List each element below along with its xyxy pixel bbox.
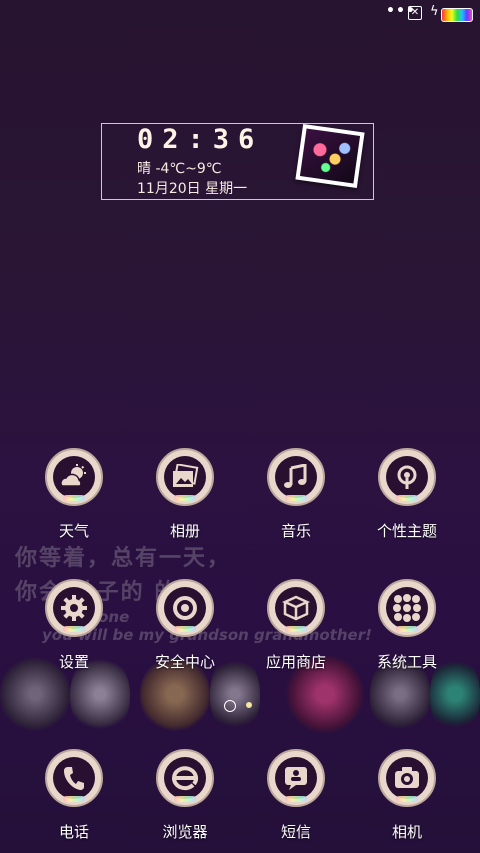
app-store[interactable]: 应用商店 <box>241 579 351 672</box>
dock-camera[interactable]: 相机 <box>352 749 462 842</box>
app-label: 安全中心 <box>154 653 215 671</box>
app-label: 电话 <box>58 823 89 841</box>
dock-sms[interactable]: 短信 <box>241 749 351 842</box>
gallery-icon <box>156 448 214 506</box>
app-label: 个性主题 <box>376 522 437 540</box>
app-weather[interactable]: 天气 <box>19 448 129 541</box>
security-icon <box>156 579 214 637</box>
widget-photo <box>295 123 365 189</box>
app-label: 短信 <box>280 823 311 841</box>
sms-icon <box>267 749 325 807</box>
battery-icon <box>441 8 473 22</box>
app-security[interactable]: 安全中心 <box>130 579 240 672</box>
system-tools-icon <box>378 579 436 637</box>
app-label: 系统工具 <box>376 653 437 671</box>
date-text: 11月20日 星期一 <box>137 181 248 197</box>
camera-icon <box>378 749 436 807</box>
charging-bolt-icon: ϟ <box>430 4 439 19</box>
dock-browser[interactable]: 浏览器 <box>130 749 240 842</box>
theme-icon <box>378 448 436 506</box>
home-page-icon[interactable] <box>224 700 236 712</box>
clock-time: 02:36 <box>137 124 264 155</box>
settings-icon <box>45 579 103 637</box>
app-label: 音乐 <box>280 522 311 540</box>
dock-phone[interactable]: 电话 <box>19 749 129 842</box>
page-dot-active[interactable] <box>246 702 252 708</box>
app-store-icon <box>267 579 325 637</box>
app-label: 设置 <box>58 653 89 671</box>
browser-icon <box>156 749 214 807</box>
app-theme[interactable]: 个性主题 <box>352 448 462 541</box>
status-bar: ••• ✕ ϟ <box>0 0 480 28</box>
app-label: 相机 <box>391 823 422 841</box>
app-settings[interactable]: 设置 <box>19 579 129 672</box>
app-gallery[interactable]: 相册 <box>130 448 240 541</box>
app-label: 浏览器 <box>162 823 208 841</box>
app-label: 天气 <box>58 522 89 540</box>
app-label: 相册 <box>169 522 200 540</box>
music-icon <box>267 448 325 506</box>
no-sim-icon: ✕ <box>408 6 422 20</box>
weather-icon <box>45 448 103 506</box>
app-label: 应用商店 <box>265 653 326 671</box>
weather-summary: 晴 -4℃~9℃ <box>137 161 222 177</box>
page-indicator[interactable] <box>0 700 480 712</box>
app-system-tools[interactable]: 系统工具 <box>352 579 462 672</box>
phone-icon <box>45 749 103 807</box>
clock-weather-widget[interactable]: 02:36 晴 -4℃~9℃ 11月20日 星期一 <box>101 123 374 200</box>
wallpaper-text-line1: 你等着，总有一天， <box>15 546 232 571</box>
app-music[interactable]: 音乐 <box>241 448 351 541</box>
